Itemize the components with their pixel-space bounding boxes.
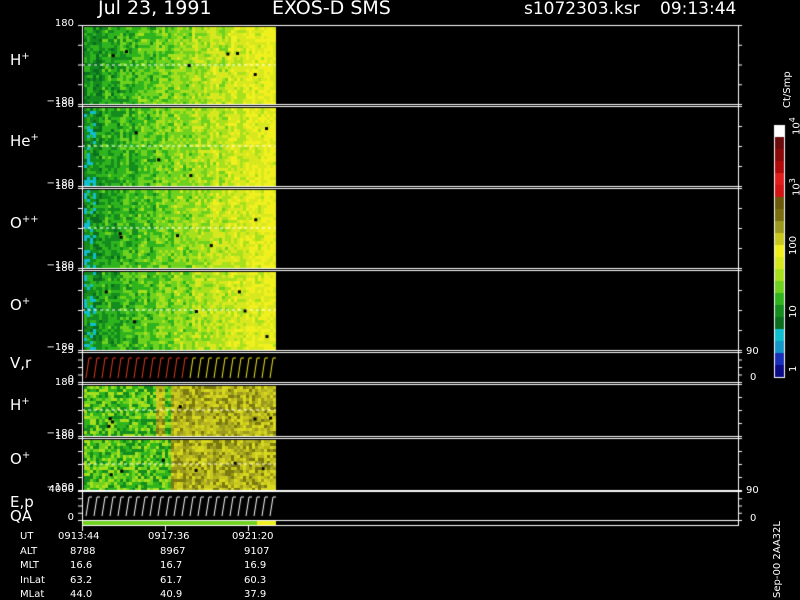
colorbar-tick: 103 (788, 178, 800, 196)
ephem-value: 0913:44 (58, 531, 100, 542)
ephem-value: 60.3 (244, 574, 267, 586)
ephem-value: 16.7 (160, 560, 183, 571)
ephem-value: 61.7 (160, 574, 183, 586)
right-max-ep: 90 (746, 485, 759, 496)
ephem-value: 8788 (70, 545, 96, 557)
panel-label-h2: H+ (10, 396, 30, 414)
ephem-value: 0921:20 (232, 531, 274, 542)
plot-date: Jul 23, 1991 (98, 0, 212, 19)
ephem-value: 9107 (244, 545, 270, 557)
panel-label-opp: O++ (10, 214, 39, 232)
ephem-value: 37.9 (244, 589, 267, 600)
plot-time: 09:13:44 (660, 0, 737, 19)
ephem-label: InLat (20, 574, 45, 586)
right-min-vr: 0 (750, 372, 757, 383)
right-min-ep: 0 (750, 513, 757, 524)
ephem-value: 0917:36 (148, 531, 190, 542)
file-name: s1072303.ksr (524, 0, 640, 19)
ephem-label: MLat (20, 589, 45, 600)
ephem-label: UT (20, 531, 34, 542)
qa-label: QA (10, 507, 33, 525)
instrument-name: EXOS-D SMS (272, 0, 391, 19)
y-max-he: 180 (54, 99, 74, 110)
ephem-value: 16.9 (244, 560, 267, 571)
panel-label-he: He+ (10, 132, 39, 150)
panel-label-o1: O+ (10, 296, 31, 314)
spectrogram-canvas (0, 0, 800, 600)
y-max-ep: 4000 (48, 484, 74, 495)
colorbar-tick: 104 (788, 117, 800, 135)
y-max-o2: 180 (54, 431, 74, 442)
colorbar-tick: 10 (788, 305, 799, 318)
ephem-value: 40.9 (160, 589, 183, 600)
y-max-opp: 180 (54, 181, 74, 192)
footer-code: Sep-00 2AA32L (772, 521, 783, 598)
y-max-h1: 180 (54, 18, 74, 29)
ephem-value: 63.2 (70, 574, 93, 586)
y-max-vr: 25 (61, 345, 74, 356)
y-max-h2: 180 (54, 377, 74, 388)
y-max-o1: 180 (54, 263, 74, 274)
colorbar-tick: 100 (788, 235, 799, 255)
y-min-ep: 0 (67, 512, 74, 523)
ephem-label: ALT (20, 545, 38, 557)
ephem-value: 8967 (160, 545, 186, 557)
panel-label-h1: H+ (10, 50, 30, 69)
ephem-value: 44.0 (70, 589, 93, 600)
colorbar-unit: Ct/Smp (782, 71, 793, 108)
panel-label-vr: V,r (10, 354, 32, 372)
ephem-value: 16.6 (70, 560, 93, 571)
panel-label-o2: O+ (10, 450, 31, 468)
right-max-vr: 90 (746, 346, 759, 357)
ephem-label: MLT (20, 560, 39, 571)
colorbar-tick: 1 (788, 365, 799, 372)
